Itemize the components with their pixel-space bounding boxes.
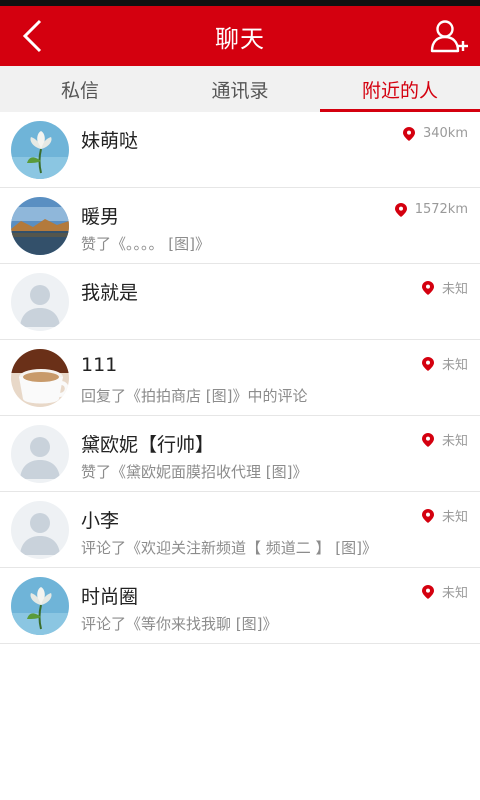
location-pin-icon bbox=[395, 203, 407, 217]
tab-nearby-people[interactable]: 附近的人 bbox=[320, 66, 480, 112]
flower-avatar-image bbox=[11, 577, 69, 635]
list-item[interactable]: 妹萌哒 340km bbox=[0, 112, 480, 188]
activity-text: 回复了《拍拍商店 [图]》中的评论 bbox=[81, 387, 308, 405]
tab-contacts[interactable]: 通讯录 bbox=[160, 66, 320, 112]
distance: 未知 bbox=[422, 430, 468, 449]
distance: 1572km bbox=[395, 202, 468, 217]
list-item[interactable]: 时尚圈 评论了《等你来找我聊 [图]》 未知 bbox=[0, 568, 480, 644]
distance-value: 未知 bbox=[441, 282, 468, 297]
user-name: 黛欧妮【行帅】 bbox=[81, 434, 215, 456]
avatar[interactable] bbox=[11, 577, 69, 635]
location-pin-icon bbox=[422, 281, 434, 295]
avatar[interactable] bbox=[11, 425, 69, 483]
location-pin-icon bbox=[422, 585, 434, 599]
user-name: 我就是 bbox=[81, 282, 139, 304]
user-name: 时尚圈 bbox=[81, 586, 139, 608]
list-item[interactable]: 我就是 未知 bbox=[0, 264, 480, 340]
list-item[interactable]: 暖男 赞了《。。。。 [图]》 1572km bbox=[0, 188, 480, 264]
location-pin-icon bbox=[422, 357, 434, 371]
default-avatar-icon bbox=[11, 425, 69, 483]
user-name: 111 bbox=[81, 354, 118, 376]
nearby-people-list: 妹萌哒 340km 暖男 赞了《。。。。 [图]》 1572km 我就是 未知 … bbox=[0, 112, 480, 644]
avatar[interactable] bbox=[11, 121, 69, 179]
list-item[interactable]: 小李 评论了《欢迎关注新频道【 频道二 】 [图]》 未知 bbox=[0, 492, 480, 568]
location-pin-icon bbox=[422, 509, 434, 523]
back-button[interactable] bbox=[10, 14, 54, 58]
distance-value: 未知 bbox=[441, 434, 468, 449]
distance-value: 340km bbox=[422, 126, 468, 141]
activity-text: 评论了《等你来找我聊 [图]》 bbox=[81, 615, 278, 633]
distance-value: 1572km bbox=[414, 202, 468, 217]
avatar[interactable] bbox=[11, 197, 69, 255]
tab-private-messages[interactable]: 私信 bbox=[0, 66, 160, 112]
user-name: 小李 bbox=[81, 510, 120, 532]
app-header: 聊天 bbox=[0, 6, 480, 66]
list-item[interactable]: 111 回复了《拍拍商店 [图]》中的评论 未知 bbox=[0, 340, 480, 416]
lake-avatar-image bbox=[11, 197, 69, 255]
avatar[interactable] bbox=[11, 273, 69, 331]
default-avatar-icon bbox=[11, 273, 69, 331]
back-chevron-icon bbox=[22, 19, 42, 53]
distance: 未知 bbox=[422, 582, 468, 601]
distance: 未知 bbox=[422, 354, 468, 373]
page-title: 聊天 bbox=[215, 24, 265, 53]
location-pin-icon bbox=[403, 127, 415, 141]
user-name: 暖男 bbox=[81, 206, 120, 228]
activity-text: 赞了《黛欧妮面膜招收代理 [图]》 bbox=[81, 463, 308, 481]
distance: 340km bbox=[403, 126, 468, 141]
add-user-button[interactable] bbox=[426, 14, 474, 58]
activity-text: 评论了《欢迎关注新频道【 频道二 】 [图]》 bbox=[81, 539, 378, 557]
distance: 未知 bbox=[422, 278, 468, 297]
default-avatar-icon bbox=[11, 501, 69, 559]
distance-value: 未知 bbox=[441, 510, 468, 525]
avatar[interactable] bbox=[11, 501, 69, 559]
distance-value: 未知 bbox=[441, 358, 468, 373]
avatar[interactable] bbox=[11, 349, 69, 407]
distance-value: 未知 bbox=[441, 586, 468, 601]
coffee-cup-avatar-image bbox=[11, 349, 69, 407]
tab-bar: 私信 通讯录 附近的人 bbox=[0, 66, 480, 112]
user-name: 妹萌哒 bbox=[81, 130, 139, 152]
location-pin-icon bbox=[422, 433, 434, 447]
flower-avatar-image bbox=[11, 121, 69, 179]
add-user-icon bbox=[430, 20, 468, 53]
distance: 未知 bbox=[422, 506, 468, 525]
activity-text: 赞了《。。。。 [图]》 bbox=[81, 235, 210, 253]
list-item[interactable]: 黛欧妮【行帅】 赞了《黛欧妮面膜招收代理 [图]》 未知 bbox=[0, 416, 480, 492]
